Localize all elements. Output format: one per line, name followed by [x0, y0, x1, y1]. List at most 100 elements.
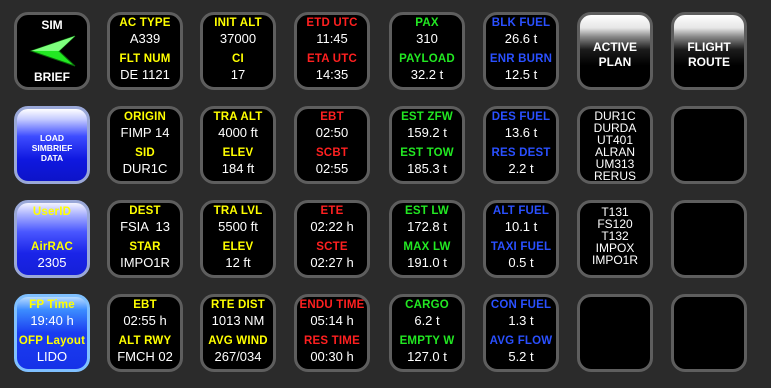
route-list-1[interactable]: DUR1C DURDA UT401 ALRAN UM313 RERUS: [577, 106, 653, 184]
flt-num-value: DE 1121: [120, 67, 170, 82]
est-zfw-label: EST ZFW: [401, 111, 453, 123]
etd-utc-label: ETD UTC: [306, 17, 358, 29]
con-fuel-tile[interactable]: CON FUEL 1.3 t AVG FLOW 5.2 t: [483, 294, 559, 372]
max-lw-value: 191.0 t: [407, 255, 447, 270]
load-simbrief-button[interactable]: LOAD SIMBRIEF DATA: [14, 106, 90, 184]
fp-time-ofp-layout-button[interactable]: FP Time 19:40 h OFP Layout LIDO: [14, 294, 90, 372]
active-plan-line1: ACTIVE: [592, 40, 637, 54]
etd-utc-value: 11:45: [316, 31, 348, 46]
flight-route-line2: ROUTE: [688, 55, 730, 69]
empty-tile-r3[interactable]: [671, 200, 747, 278]
est-lw-value: 172.8 t: [407, 219, 447, 234]
res-dest-label: RES DEST: [491, 147, 551, 159]
des-fuel-value: 13.6 t: [504, 125, 538, 140]
flight-route-button[interactable]: FLIGHT ROUTE: [671, 12, 747, 90]
flight-route-line1: FLIGHT: [687, 40, 731, 54]
init-alt-label: INIT ALT: [214, 17, 262, 29]
airac-label: AirRAC: [30, 241, 74, 253]
airac-value: 2305: [37, 255, 67, 270]
pax-label: PAX: [415, 17, 439, 29]
empty-tile-r4a[interactable]: [577, 294, 653, 372]
enr-burn-label: ENR BURN: [489, 53, 553, 65]
alt-fuel-tile[interactable]: ALT FUEL 10.1 t TAXI FUEL 0.5 t: [483, 200, 559, 278]
ebt-tile[interactable]: EBT 02:50 SCBT 02:55: [294, 106, 370, 184]
des-fuel-label: DES FUEL: [491, 111, 551, 123]
active-plan-button[interactable]: ACTIVE PLAN: [577, 12, 653, 90]
empty-w-value: 127.0 t: [407, 349, 447, 364]
ac-type-value: A339: [129, 31, 161, 46]
userid-airac-button[interactable]: UserID AirRAC 2305: [14, 200, 90, 278]
ete-value: 02:22 h: [310, 219, 354, 234]
init-alt-value: 37000: [219, 31, 257, 46]
endu-time-tile[interactable]: ENDU TIME 05:14 h RES TIME 00:30 h: [294, 294, 370, 372]
scte-value: 02:27 h: [310, 255, 354, 270]
userid-label: UserID: [32, 206, 72, 218]
origin-value: FIMP 14: [120, 125, 170, 140]
dest-tile[interactable]: DEST FSIA 13 STAR IMPO1R: [107, 200, 183, 278]
route-list-2[interactable]: T131 FS120 T132 IMPOX IMPO1R: [577, 200, 653, 278]
active-plan-line2: PLAN: [598, 55, 632, 69]
est-tow-value: 185.3 t: [407, 161, 447, 176]
tra-alt-value: 4000 ft: [218, 125, 258, 140]
blk-fuel-value: 26.6 t: [504, 31, 538, 46]
alt-fuel-value: 10.1 t: [504, 219, 538, 234]
est-zfw-value: 159.2 t: [407, 125, 447, 140]
star-value: IMPO1R: [120, 255, 170, 270]
con-fuel-value: 1.3 t: [508, 313, 534, 328]
tra-lvl-tile[interactable]: TRA LVL 5500 ft ELEV 12 ft: [200, 200, 276, 278]
simbrief-logo-bottom: BRIEF: [34, 70, 70, 84]
res-time-value: 00:30 h: [310, 349, 354, 364]
pax-tile[interactable]: PAX 310 PAYLOAD 32.2 t: [389, 12, 465, 90]
endu-time-label: ENDU TIME: [299, 299, 365, 311]
scbt-label: SCBT: [315, 147, 349, 159]
arrow-left-icon: [29, 35, 76, 67]
rte-dist-value: 1013 NM: [211, 313, 265, 328]
avg-wind-label: AVG WIND: [208, 335, 268, 347]
ebt-h-tile[interactable]: EBT 02:55 h ALT RWY FMCH 02: [107, 294, 183, 372]
empty-tile-r2[interactable]: [671, 106, 747, 184]
eta-utc-value: 14:35: [315, 67, 349, 82]
simbrief-logo-top: SIM: [41, 18, 63, 32]
blk-fuel-tile[interactable]: BLK FUEL 26.6 t ENR BURN 12.5 t: [483, 12, 559, 90]
ci-label: CI: [232, 53, 244, 65]
tra-lvl-value: 5500 ft: [218, 219, 258, 234]
ebt-h-value: 02:55 h: [123, 313, 167, 328]
etd-utc-tile[interactable]: ETD UTC 11:45 ETA UTC 14:35: [294, 12, 370, 90]
empty-tile-r4b[interactable]: [671, 294, 747, 372]
res-time-label: RES TIME: [304, 335, 360, 347]
des-fuel-tile[interactable]: DES FUEL 13.6 t RES DEST 2.2 t: [483, 106, 559, 184]
origin-tile[interactable]: ORIGIN FIMP 14 SID DUR1C: [107, 106, 183, 184]
ebt-value: 02:50: [315, 125, 349, 140]
scbt-value: 02:55: [315, 161, 349, 176]
sid-label: SID: [135, 147, 155, 159]
rte-dist-tile[interactable]: RTE DIST 1013 NM AVG WIND 267/034: [200, 294, 276, 372]
empty-w-label: EMPTY W: [399, 335, 455, 347]
init-alt-tile[interactable]: INIT ALT 37000 CI 17: [200, 12, 276, 90]
cargo-tile[interactable]: CARGO 6.2 t EMPTY W 127.0 t: [389, 294, 465, 372]
simbrief-logo-tile[interactable]: SIM BRIEF: [14, 12, 90, 90]
elev-dest-label: ELEV: [222, 241, 254, 253]
tra-lvl-label: TRA LVL: [213, 205, 263, 217]
ete-label: ETE: [320, 205, 344, 217]
max-lw-label: MAX LW: [403, 241, 451, 253]
tra-alt-tile[interactable]: TRA ALT 4000 ft ELEV 184 ft: [200, 106, 276, 184]
tra-alt-label: TRA ALT: [213, 111, 263, 123]
ete-tile[interactable]: ETE 02:22 h SCTE 02:27 h: [294, 200, 370, 278]
ac-type-tile[interactable]: AC TYPE A339 FLT NUM DE 1121: [107, 12, 183, 90]
load-simbrief-line1: LOAD: [39, 133, 65, 143]
payload-value: 32.2 t: [410, 67, 444, 82]
alt-rwy-label: ALT RWY: [118, 335, 172, 347]
con-fuel-label: CON FUEL: [490, 299, 552, 311]
ofp-layout-label: OFP Layout: [18, 335, 86, 347]
ebt-label: EBT: [320, 111, 344, 123]
route-2-item: IMPO1R: [591, 253, 638, 267]
ci-value: 17: [230, 67, 246, 82]
load-simbrief-line3: DATA: [40, 153, 64, 163]
star-label: STAR: [129, 241, 161, 253]
enr-burn-value: 12.5 t: [504, 67, 538, 82]
cargo-label: CARGO: [405, 299, 449, 311]
est-lw-tile[interactable]: EST LW 172.8 t MAX LW 191.0 t: [389, 200, 465, 278]
load-simbrief-line2: SIMBRIEF: [31, 143, 73, 153]
eta-utc-label: ETA UTC: [307, 53, 357, 65]
est-zfw-tile[interactable]: EST ZFW 159.2 t EST TOW 185.3 t: [389, 106, 465, 184]
